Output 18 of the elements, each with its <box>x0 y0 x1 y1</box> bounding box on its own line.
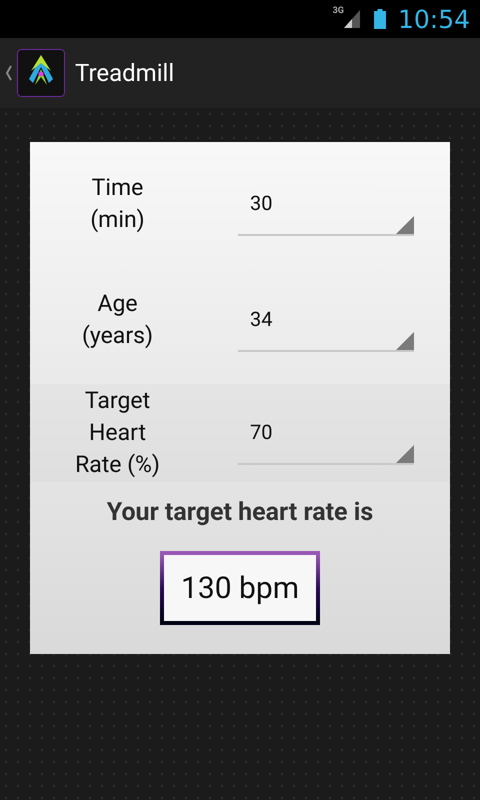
dropdown-field[interactable]: 30 <box>238 172 414 236</box>
app-title: Treadmill <box>75 59 174 87</box>
field-label: Age (years) <box>81 289 154 351</box>
field-label: Time (min) <box>89 173 146 235</box>
dropdown-field[interactable]: 34 <box>238 288 414 352</box>
field-label: Target Heart Rate (%) <box>74 386 161 480</box>
back-caret-icon <box>6 65 12 81</box>
signal-icon <box>344 10 360 28</box>
dropdown-corner-icon <box>396 445 414 463</box>
battery-icon <box>374 9 386 29</box>
dropdown-field[interactable]: 70 <box>238 401 414 465</box>
result-heading: Your target heart rate is <box>106 498 374 527</box>
network-type-label: 3G <box>332 6 344 16</box>
clock-label: 10:54 <box>398 4 470 34</box>
dropdown-corner-icon <box>396 216 414 234</box>
dropdown-corner-icon <box>396 332 414 350</box>
app-logo-icon <box>17 49 65 97</box>
result-value: 130 bpm <box>160 551 320 625</box>
